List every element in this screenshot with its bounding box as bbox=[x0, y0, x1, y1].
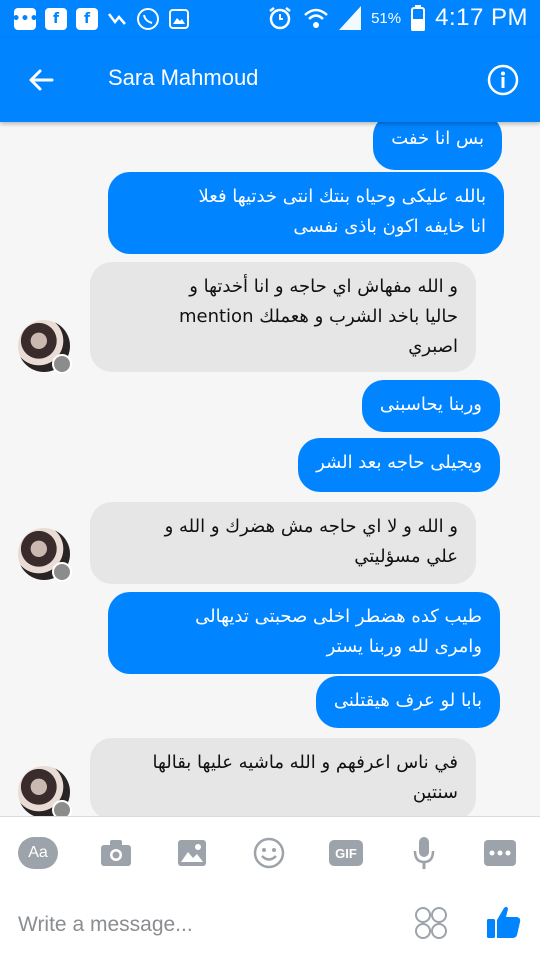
text-format-button[interactable]: Aa bbox=[18, 835, 58, 871]
camera-button[interactable] bbox=[96, 835, 136, 871]
image-icon bbox=[178, 840, 206, 866]
emoji-button[interactable] bbox=[414, 906, 448, 940]
smiley-icon bbox=[253, 837, 285, 869]
message-outgoing[interactable]: وربنا يحاسبنى bbox=[361, 380, 500, 432]
alarm-icon bbox=[269, 7, 291, 30]
voice-button[interactable] bbox=[404, 835, 444, 871]
contact-avatar[interactable] bbox=[18, 320, 72, 374]
gif-label: GIF bbox=[329, 840, 363, 866]
contact-avatar[interactable] bbox=[18, 766, 72, 816]
chat-icon: ••• bbox=[12, 8, 38, 30]
message-outgoing[interactable]: طيب كده هضطر اخلى صحبتى تديهالى وامرى لل… bbox=[108, 592, 500, 674]
clock: 4:17 PM bbox=[435, 4, 528, 31]
message-outgoing[interactable]: بابا لو عرف هيقتلنى bbox=[315, 676, 500, 728]
battery-icon bbox=[411, 5, 426, 31]
message-input[interactable] bbox=[18, 908, 398, 942]
wifi-icon bbox=[304, 8, 328, 28]
like-button[interactable] bbox=[484, 902, 524, 942]
battery-percent: 51% bbox=[371, 9, 402, 27]
arrow-left-icon bbox=[29, 69, 54, 91]
signal-icon bbox=[339, 6, 362, 30]
more-button[interactable] bbox=[480, 835, 520, 871]
whatsapp-icon bbox=[137, 8, 159, 30]
message-incoming[interactable]: في ناس اعرفهم و الله ماشيه عليها بقالها … bbox=[90, 738, 476, 816]
info-button[interactable] bbox=[486, 63, 520, 97]
message-incoming[interactable]: و الله مفهاش اي حاجه و انا أخدتها و حالي… bbox=[90, 262, 476, 372]
gallery-button[interactable] bbox=[172, 835, 212, 871]
emoji-icon bbox=[415, 907, 447, 939]
thumbs-up-icon bbox=[487, 906, 521, 938]
info-icon bbox=[487, 64, 519, 96]
more-icon bbox=[484, 840, 516, 866]
message-thread[interactable]: بس انا خفت بالله عليكى وحياه بنتك انتى خ… bbox=[0, 122, 540, 816]
camera-icon bbox=[101, 840, 131, 866]
composer-input-row bbox=[0, 890, 540, 960]
message-outgoing[interactable]: بالله عليكى وحياه بنتك انتى خدتيها فعلا … bbox=[108, 172, 504, 254]
message-incoming[interactable]: و الله و لا اي حاجه مش هضرك و الله و علي… bbox=[90, 502, 476, 584]
status-bar: ••• f f 51% 4:17 PM bbox=[0, 0, 540, 38]
notification-icons: ••• f f bbox=[12, 7, 189, 31]
conversation-header: Sara Mahmoud bbox=[0, 38, 540, 122]
message-outgoing[interactable]: بس انا خفت bbox=[373, 122, 502, 170]
facebook-icon: f bbox=[76, 8, 98, 30]
system-indicators: 51% 4:17 PM bbox=[267, 4, 528, 32]
facebook-icon: f bbox=[45, 8, 67, 30]
contact-avatar[interactable] bbox=[18, 528, 72, 582]
gif-button[interactable]: GIF bbox=[326, 835, 366, 871]
contact-name[interactable]: Sara Mahmoud bbox=[108, 65, 258, 91]
microphone-icon bbox=[413, 837, 435, 869]
back-button[interactable] bbox=[22, 60, 62, 100]
gallery-icon bbox=[169, 9, 189, 29]
message-outgoing[interactable]: ويجيلى حاجه بعد الشر bbox=[298, 438, 500, 492]
aa-label: Aa bbox=[18, 837, 58, 869]
composer-toolbar: Aa GIF bbox=[0, 816, 540, 890]
sticker-button[interactable] bbox=[249, 835, 289, 871]
messenger-icon bbox=[108, 13, 126, 25]
